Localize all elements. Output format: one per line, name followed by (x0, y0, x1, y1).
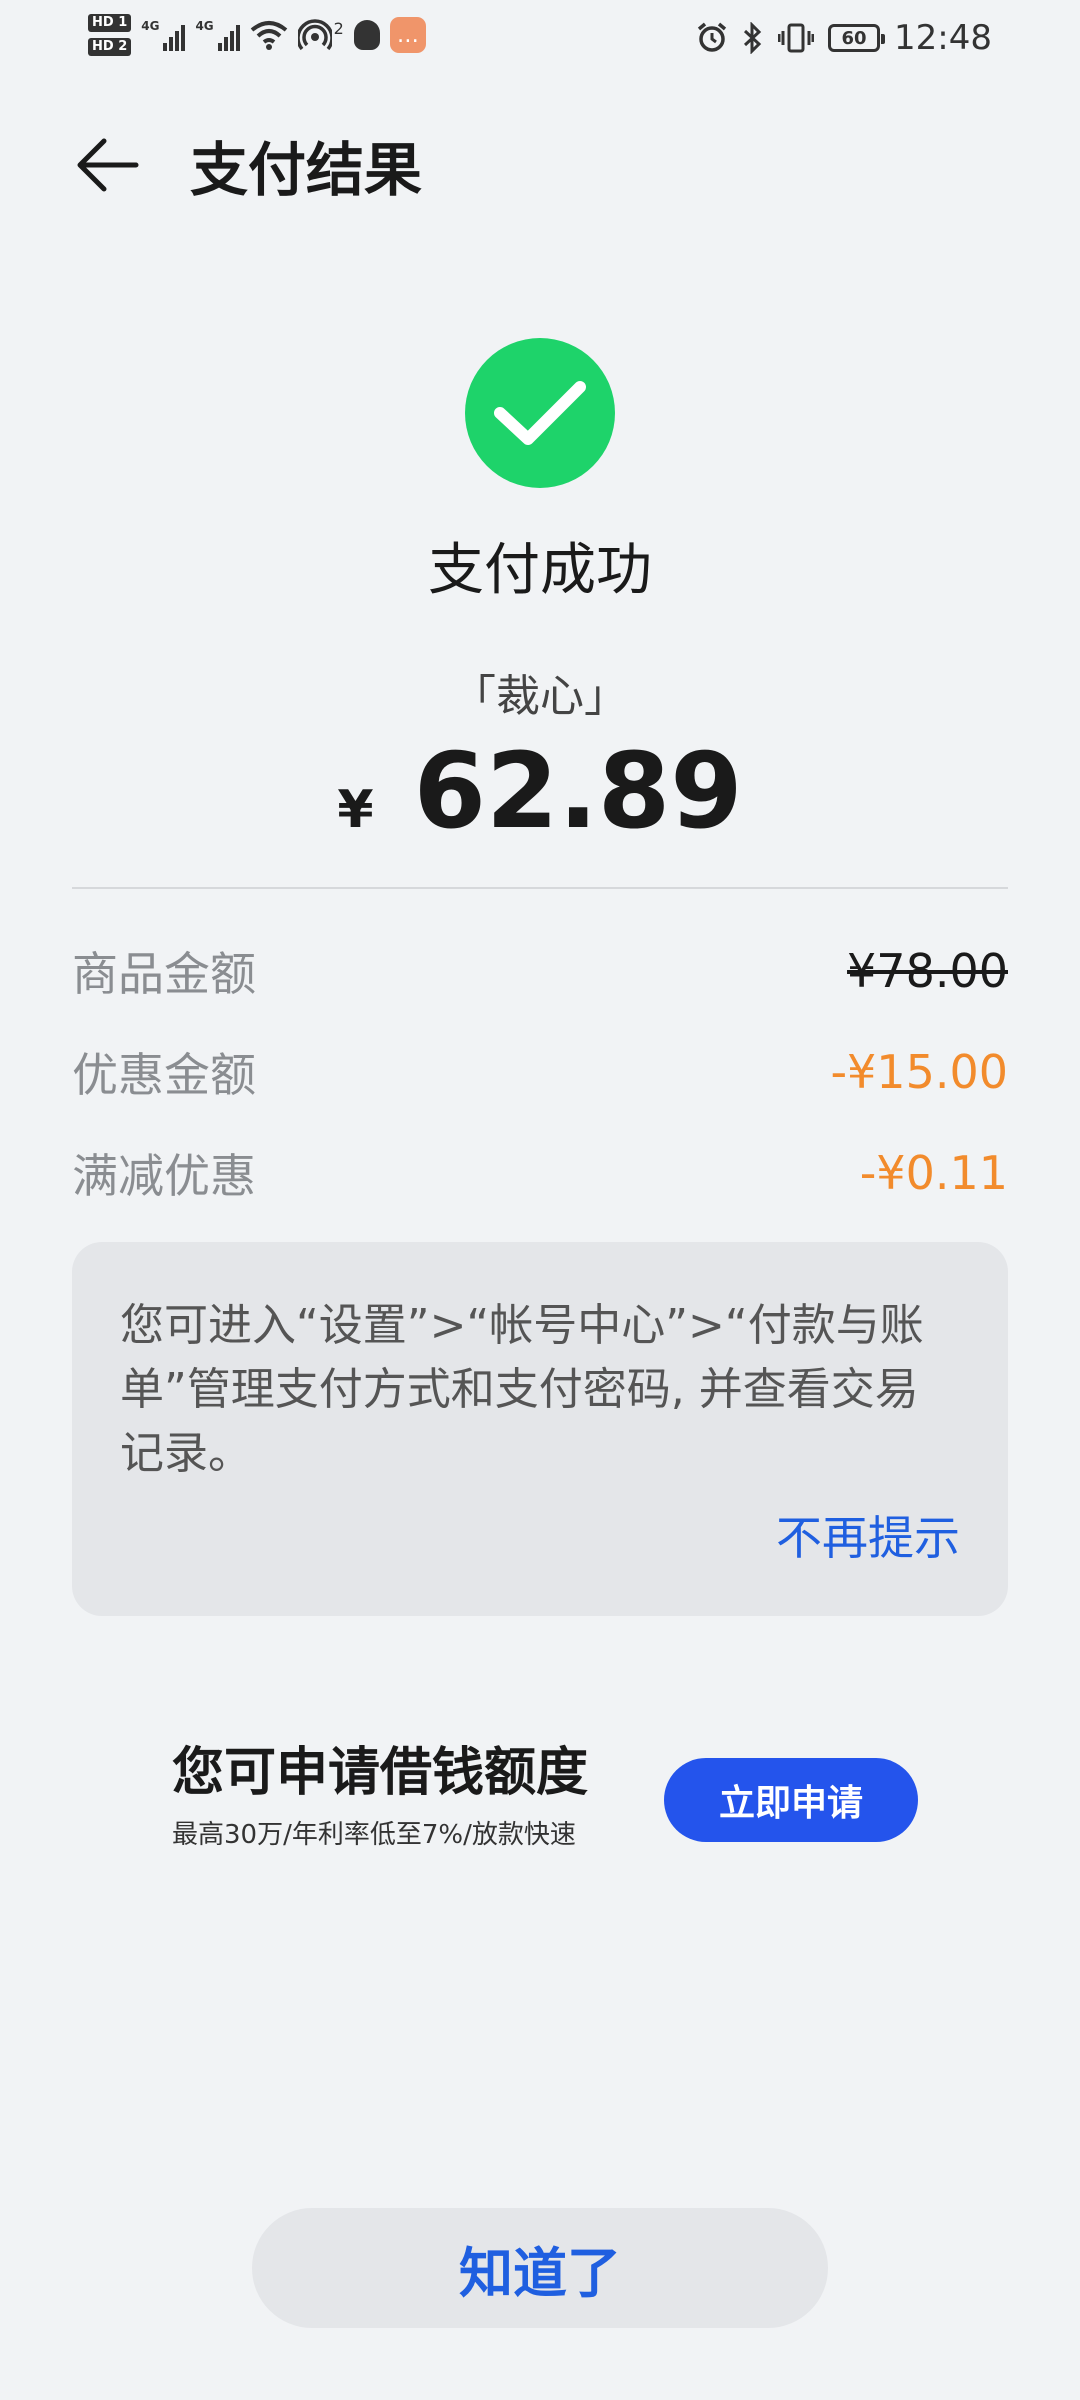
checkmark-icon (494, 381, 586, 445)
vibrate-icon (778, 23, 815, 53)
check-circle-icon (465, 338, 615, 488)
dont-show-again-button[interactable]: 不再提示 (776, 1502, 960, 1568)
network-type-2: 4G (195, 19, 214, 33)
network-type-1: 4G (141, 19, 160, 33)
battery-level: 60 (841, 27, 867, 49)
detail-value: -¥15.00 (830, 1044, 1008, 1099)
currency-symbol: ¥ (337, 780, 374, 840)
detail-value: -¥0.11 (859, 1145, 1008, 1200)
status-bar-left: HD 1 HD 2 4G 4G 2 … (88, 14, 426, 56)
detail-label: 满减优惠 (72, 1148, 256, 1203)
qq-icon (353, 20, 380, 50)
status-bar-right: 60 12:48 (696, 18, 992, 58)
hd2-badge: HD 2 (88, 38, 132, 56)
payment-result-page: HD 1 HD 2 4G 4G 2 … 60 12:48 支付结果 支付成功 「… (0, 0, 1080, 2400)
page-title: 支付结果 (190, 136, 423, 204)
message-app-icon: … (389, 17, 426, 53)
paid-amount: 62.89 (413, 730, 743, 852)
hd-indicators: HD 1 HD 2 (88, 14, 132, 56)
back-button[interactable] (72, 129, 144, 201)
detail-row-full-reduction: 满减优惠 -¥0.11 (72, 1122, 1008, 1223)
wifi-icon (250, 21, 287, 50)
apply-now-button[interactable]: 立即申请 (664, 1758, 918, 1842)
divider (72, 887, 1008, 889)
bluetooth-icon (743, 22, 762, 54)
header: 支付结果 (72, 120, 1008, 210)
got-it-button[interactable]: 知道了 (252, 2208, 828, 2328)
signal-1-icon: 4G (141, 19, 186, 51)
hotspot-count: 2 (333, 19, 344, 38)
detail-label: 优惠金额 (72, 1047, 256, 1102)
merchant-name: 「裁心」 (452, 671, 628, 722)
hotspot-icon (297, 19, 332, 51)
status-time: 12:48 (894, 18, 992, 58)
alarm-icon (697, 22, 727, 52)
hotspot-indicator: 2 (297, 19, 344, 51)
signal-2-icon: 4G (195, 19, 240, 51)
payment-details: 商品金额 ¥78.00 优惠金额 -¥15.00 满减优惠 -¥0.11 (72, 920, 1008, 1223)
arrow-left-icon (77, 138, 139, 192)
promo-title: 您可申请借钱额度 (172, 1743, 589, 1803)
tip-text: 您可进入“设置”>“帐号中心”>“付款与账单”管理支付方式和支付密码, 并查看交… (120, 1300, 924, 1479)
promo-subtitle: 最高30万/年利率低至7%/放款快速 (172, 1820, 576, 1850)
hd1-badge: HD 1 (88, 14, 132, 32)
detail-row-discount: 优惠金额 -¥15.00 (72, 1021, 1008, 1122)
amount-row: ¥ 62.89 (0, 730, 1080, 852)
loan-promo: 您可申请借钱额度 最高30万/年利率低至7%/放款快速 立即申请 (172, 1730, 918, 1870)
detail-label: 商品金额 (72, 946, 256, 1001)
detail-row-original-price: 商品金额 ¥78.00 (72, 920, 1008, 1021)
detail-value: ¥78.00 (847, 943, 1008, 998)
status-bar: HD 1 HD 2 4G 4G 2 … 60 12:48 (0, 0, 1080, 78)
battery-icon: 60 (828, 24, 886, 52)
payment-status: 支付成功 (428, 538, 652, 603)
tip-card: 您可进入“设置”>“帐号中心”>“付款与账单”管理支付方式和支付密码, 并查看交… (72, 1242, 1008, 1616)
